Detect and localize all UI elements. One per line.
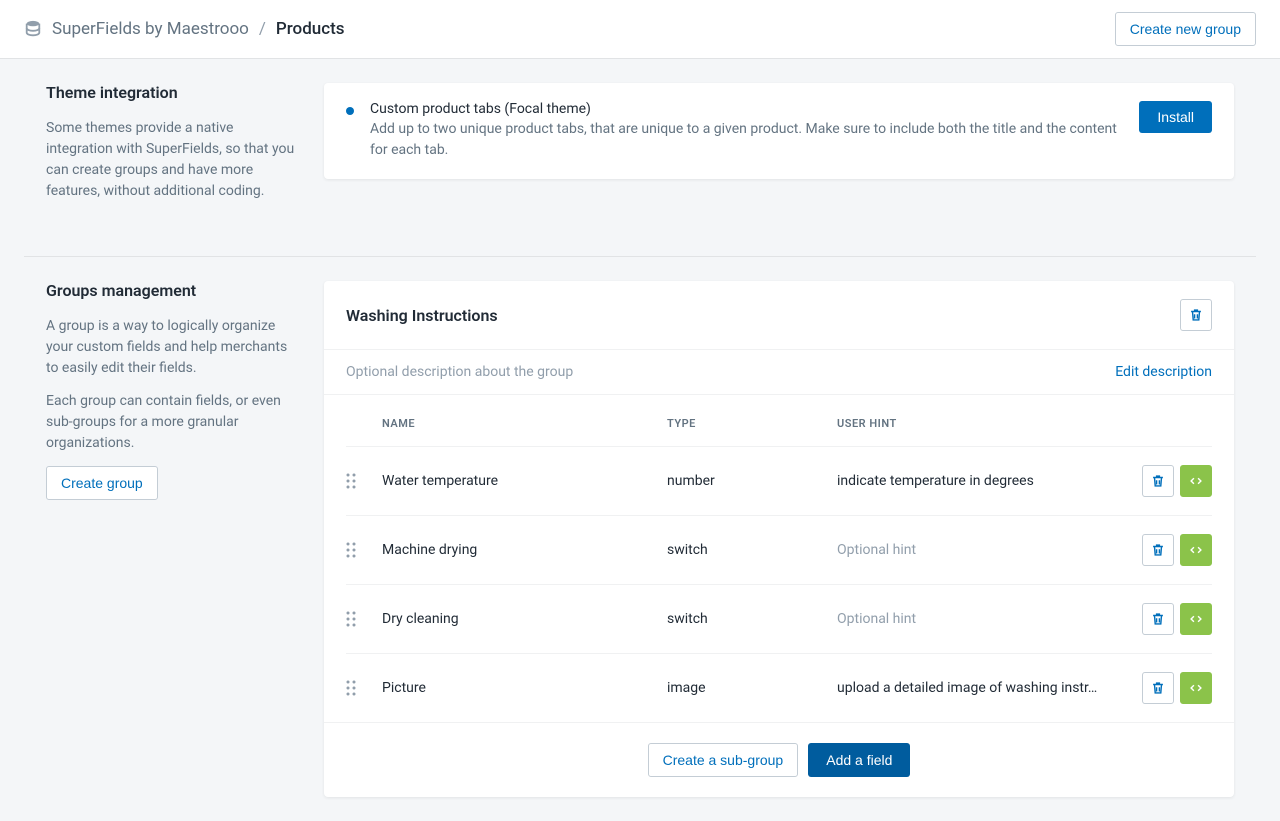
groups-management-section: Groups management A group is a way to lo…: [46, 281, 300, 500]
code-field-button[interactable]: [1180, 672, 1212, 704]
code-icon: [1189, 681, 1203, 695]
delete-field-button[interactable]: [1142, 672, 1174, 704]
code-icon: [1189, 612, 1203, 626]
field-type: switch: [667, 611, 837, 627]
section-body: Each group can contain fields, or even s…: [46, 391, 300, 454]
table-row: Water temperaturenumberindicate temperat…: [346, 446, 1212, 515]
table-row: Machine dryingswitchOptional hint: [346, 515, 1212, 584]
drag-handle-icon[interactable]: [346, 542, 382, 558]
field-type: number: [667, 473, 837, 489]
section-title: Theme integration: [46, 83, 300, 102]
create-group-button[interactable]: Create group: [46, 466, 158, 500]
delete-field-button[interactable]: [1142, 603, 1174, 635]
edit-description-link[interactable]: Edit description: [1115, 364, 1212, 380]
create-new-group-button[interactable]: Create new group: [1115, 12, 1256, 46]
table-row: Dry cleaningswitchOptional hint: [346, 584, 1212, 653]
section-title: Groups management: [46, 281, 300, 300]
banner-title: Custom product tabs (Focal theme): [370, 101, 1123, 117]
app-name[interactable]: SuperFields by Maestrooo: [52, 19, 249, 39]
field-hint: Optional hint: [837, 542, 1122, 558]
field-name: Water temperature: [382, 473, 667, 489]
banner-description: Add up to two unique product tabs, that …: [370, 119, 1123, 161]
trash-icon: [1151, 474, 1165, 488]
group-title: Washing Instructions: [346, 306, 498, 325]
delete-group-button[interactable]: [1180, 299, 1212, 331]
drag-handle-icon[interactable]: [346, 680, 382, 696]
breadcrumb-separator: /: [259, 19, 266, 39]
code-icon: [1189, 474, 1203, 488]
delete-field-button[interactable]: [1142, 534, 1174, 566]
status-dot-icon: [346, 107, 354, 115]
code-field-button[interactable]: [1180, 603, 1212, 635]
trash-icon: [1151, 543, 1165, 557]
theme-integration-section: Theme integration Some themes provide a …: [46, 83, 300, 202]
breadcrumb: SuperFields by Maestrooo / Products: [24, 19, 345, 39]
column-header-type: TYPE: [667, 417, 837, 430]
theme-install-banner: Custom product tabs (Focal theme) Add up…: [324, 83, 1234, 179]
field-hint: Optional hint: [837, 611, 1122, 627]
drag-handle-icon[interactable]: [346, 473, 382, 489]
field-type: switch: [667, 542, 837, 558]
fields-table: NAME TYPE USER HINT Water temperaturenum…: [324, 395, 1234, 722]
top-bar: SuperFields by Maestrooo / Products Crea…: [0, 0, 1280, 59]
section-body: A group is a way to logically organize y…: [46, 316, 300, 379]
section-body: Some themes provide a native integration…: [46, 118, 300, 202]
field-name: Picture: [382, 680, 667, 696]
field-name: Machine drying: [382, 542, 667, 558]
install-button[interactable]: Install: [1139, 101, 1212, 133]
code-field-button[interactable]: [1180, 534, 1212, 566]
column-header-name: NAME: [382, 417, 667, 430]
code-field-button[interactable]: [1180, 465, 1212, 497]
field-name: Dry cleaning: [382, 611, 667, 627]
group-description-placeholder: Optional description about the group: [346, 364, 573, 380]
breadcrumb-current: Products: [276, 19, 345, 39]
trash-icon: [1151, 612, 1165, 626]
drag-handle-icon[interactable]: [346, 611, 382, 627]
create-subgroup-button[interactable]: Create a sub-group: [648, 743, 799, 777]
trash-icon: [1189, 308, 1203, 322]
add-field-button[interactable]: Add a field: [808, 743, 910, 777]
column-header-hint: USER HINT: [837, 417, 1122, 430]
table-row: Pictureimageupload a detailed image of w…: [346, 653, 1212, 722]
database-icon: [24, 20, 42, 38]
trash-icon: [1151, 681, 1165, 695]
field-hint: upload a detailed image of washing instr…: [837, 680, 1122, 696]
field-type: image: [667, 680, 837, 696]
code-icon: [1189, 543, 1203, 557]
delete-field-button[interactable]: [1142, 465, 1174, 497]
field-hint: indicate temperature in degrees: [837, 473, 1122, 489]
